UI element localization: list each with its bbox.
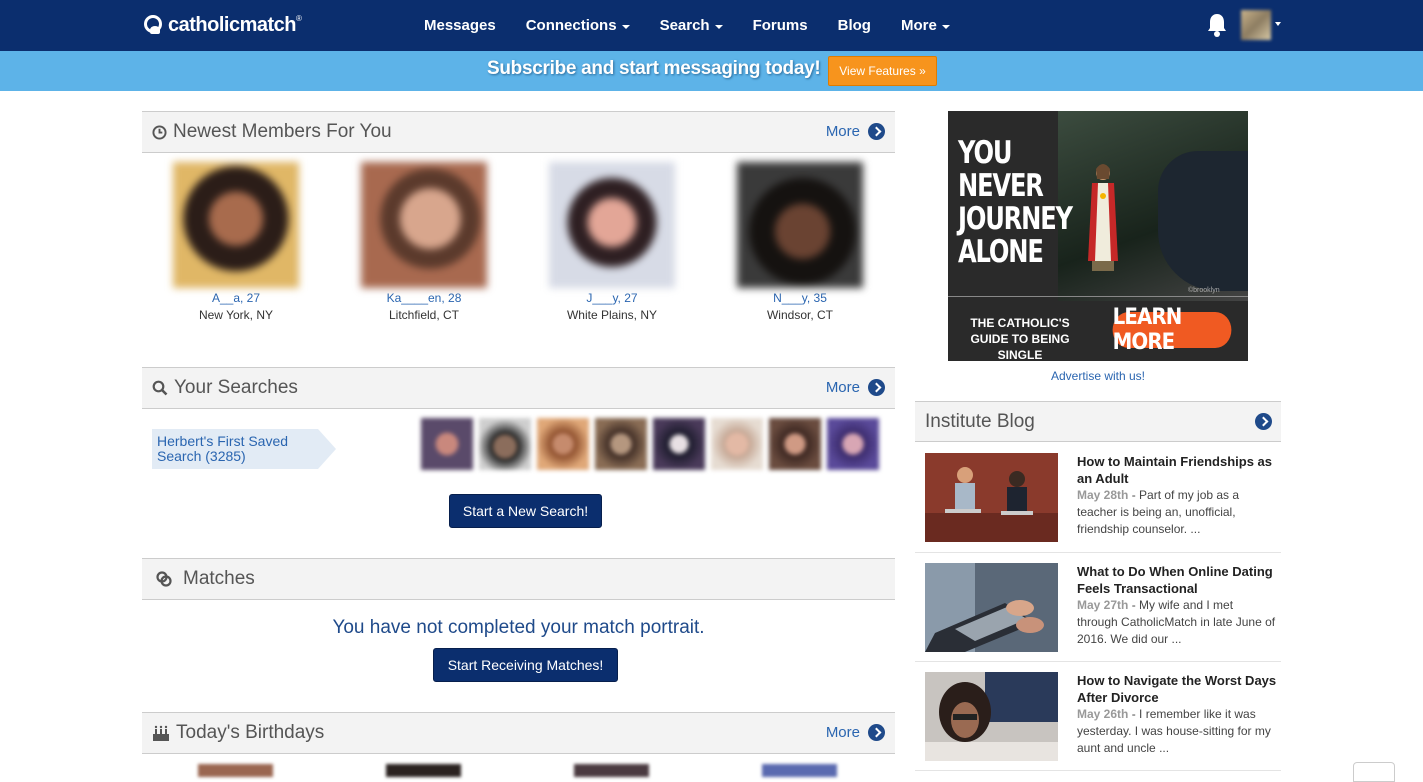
birthdays-header: Today's Birthdays More [142,712,895,754]
promo-banner: Subscribe and start messaging today! Vie… [0,51,1423,91]
member-photo[interactable] [173,162,299,288]
blog-post-excerpt: May 28th - Part of my job as a teacher i… [1077,488,1240,536]
birthday-member-photo[interactable] [386,764,461,777]
section-title: Today's Birthdays [176,722,325,743]
result-thumbnail[interactable] [537,418,589,470]
matches-header: Matches [142,558,895,600]
result-thumbnail[interactable] [595,418,647,470]
blog-post-excerpt: May 27th - My wife and I met through Cat… [1077,598,1276,646]
blog-post-date: May 26th [1077,707,1129,721]
nav-forums[interactable]: Forums [753,17,808,34]
nav-more[interactable]: More [901,17,950,34]
searches-more-link[interactable]: More [826,379,885,396]
member-name[interactable]: J___y, 27 [517,291,707,305]
catholicmatch-logo[interactable]: catholicmatch® [142,12,302,38]
member-location: Windsor, CT [766,308,833,322]
advertisement[interactable]: YOU NEVER JOURNEY ALONE ©brooklyn THE CA… [948,111,1248,361]
newest-more-link[interactable]: More [826,123,885,140]
birthday-member-photo[interactable] [574,764,649,777]
chevron-right-icon [868,379,885,396]
logo-text: catholicmatch [168,13,296,36]
result-thumbnail[interactable] [711,418,763,470]
jesus-statue-icon [1088,164,1118,271]
blog-post-image[interactable] [925,453,1058,542]
link-icon [155,570,173,588]
birthdays-more-link[interactable]: More [826,724,885,741]
search-result-thumbnails [421,418,885,470]
promo-text: Subscribe and start messaging today! [487,58,821,79]
blog-post[interactable]: How to Navigate the Worst Days After Div… [915,672,1281,771]
member-card[interactable]: A__a, 27 New York, NY [141,162,331,322]
birthday-cake-icon [152,725,170,742]
nav-messages[interactable]: Messages [424,17,496,34]
your-searches-header: Your Searches More [142,367,895,409]
section-title: Institute Blog [925,411,1035,432]
logo-icon [142,13,166,37]
saved-search-item[interactable]: Herbert's First Saved Search (3285) [152,429,336,469]
match-portrait-message: You have not completed your match portra… [332,617,705,638]
result-thumbnail[interactable] [653,418,705,470]
result-thumbnail[interactable] [769,418,821,470]
advertise-link[interactable]: Advertise with us! [948,369,1248,383]
member-location: White Plains, NY [566,308,658,322]
blog-more-link[interactable] [1255,413,1272,430]
newest-members-header: Newest Members For You More [142,111,895,153]
member-photo[interactable] [361,162,487,288]
ad-headline: YOU NEVER JOURNEY ALONE [958,135,1073,270]
member-card[interactable]: N___y, 35 Windsor, CT [705,162,895,322]
member-photo[interactable] [737,162,863,288]
section-title: Matches [183,568,255,589]
blog-post-title[interactable]: How to Maintain Friendships as an Adult [1077,453,1277,487]
main-nav: Messages Connections Search Forums Blog … [424,0,980,51]
member-location: Litchfield, CT [388,308,460,322]
chevron-down-icon[interactable] [1275,22,1281,26]
nav-blog[interactable]: Blog [838,17,871,34]
ad-learn-more-button[interactable]: LEARN MORE [1112,305,1232,355]
member-location: New York, NY [198,308,274,322]
start-new-search-button[interactable]: Start a New Search! [449,494,602,528]
chat-widget-tab[interactable] [1353,762,1395,782]
institute-blog-header: Institute Blog [915,401,1281,442]
search-icon [152,380,168,396]
birthday-member-photo[interactable] [198,764,273,777]
chevron-right-icon [868,724,885,741]
top-navbar: catholicmatch® Messages Connections Sear… [0,0,1423,51]
birthday-member-photo[interactable] [762,764,837,777]
bell-icon[interactable] [1205,12,1229,38]
ad-credit: ©brooklyn [1188,287,1220,294]
blog-post-date: May 27th [1077,598,1129,612]
nav-connections[interactable]: Connections [526,17,630,34]
avatar[interactable] [1241,10,1271,40]
chevron-down-icon [941,24,950,29]
member-card[interactable]: Ka____en, 28 Litchfield, CT [329,162,519,322]
start-receiving-matches-button[interactable]: Start Receiving Matches! [433,648,618,682]
clock-icon [152,124,167,140]
member-card[interactable]: J___y, 27 White Plains, NY [517,162,707,322]
result-thumbnail[interactable] [479,418,531,470]
section-title: Newest Members For You [173,121,392,142]
nav-search[interactable]: Search [660,17,723,34]
view-features-button[interactable]: View Features » [828,56,937,86]
blog-post-title[interactable]: How to Navigate the Worst Days After Div… [1077,672,1277,706]
ad-subtext: THE CATHOLIC'S GUIDE TO BEING SINGLE [970,316,1070,361]
section-title: Your Searches [174,377,298,398]
result-thumbnail[interactable] [827,418,879,470]
member-photo[interactable] [549,162,675,288]
chevron-down-icon [714,24,723,29]
result-thumbnail[interactable] [421,418,473,470]
blog-post[interactable]: How to Maintain Friendships as an Adult … [915,453,1281,553]
blog-post-image[interactable] [925,563,1058,652]
member-name[interactable]: A__a, 27 [141,291,331,305]
blog-post-excerpt: May 26th - I remember like it was yester… [1077,707,1271,755]
chevron-right-icon [1255,413,1272,430]
chevron-down-icon [621,24,630,29]
chevron-right-icon [868,123,885,140]
blog-post-title[interactable]: What to Do When Online Dating Feels Tran… [1077,563,1277,597]
member-name[interactable]: Ka____en, 28 [329,291,519,305]
blog-post-date: May 28th [1077,488,1129,502]
trademark: ® [295,13,302,23]
blog-post[interactable]: What to Do When Online Dating Feels Tran… [915,563,1281,662]
blog-post-image[interactable] [925,672,1058,761]
member-name[interactable]: N___y, 35 [705,291,895,305]
